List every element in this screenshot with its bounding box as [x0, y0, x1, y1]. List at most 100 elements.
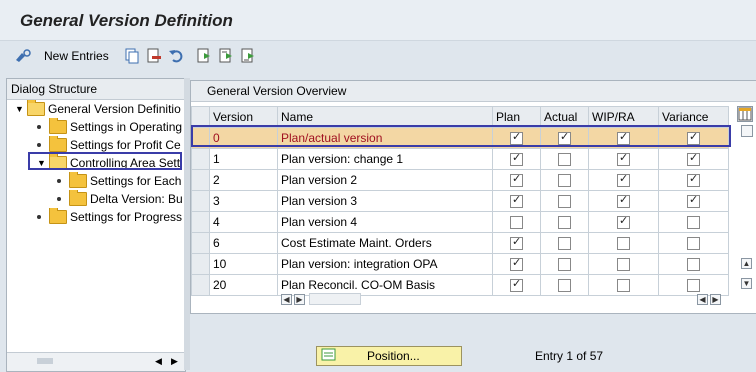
- tree-node-settings-progress[interactable]: Settings for Progress: [37, 208, 182, 226]
- row-selector[interactable]: [191, 190, 210, 212]
- row-selector[interactable]: [191, 211, 210, 233]
- table-row[interactable]: 2 Plan version 2: [191, 169, 729, 191]
- column-header-actual[interactable]: Actual: [540, 106, 589, 128]
- wip-checkbox[interactable]: [617, 258, 630, 272]
- name-cell[interactable]: Cost Estimate Maint. Orders: [277, 232, 493, 254]
- name-cell[interactable]: Plan version: integration OPA: [277, 253, 493, 275]
- wip-checkbox[interactable]: [617, 151, 630, 167]
- scroll-right-icon[interactable]: ▶: [171, 356, 178, 367]
- version-cell[interactable]: 3: [209, 190, 278, 212]
- actual-checkbox[interactable]: [558, 216, 571, 230]
- scroll-track[interactable]: [309, 293, 361, 305]
- display-change-icon[interactable]: [14, 47, 32, 65]
- table-row[interactable]: 1 Plan version: change 1: [191, 148, 729, 170]
- row-selector[interactable]: [191, 169, 210, 191]
- tree-node-settings-operating[interactable]: Settings in Operating: [37, 118, 182, 136]
- scroll-down-icon[interactable]: ▼: [741, 278, 752, 289]
- variance-checkbox[interactable]: [687, 279, 700, 293]
- delete-icon[interactable]: [146, 47, 162, 65]
- name-cell[interactable]: Plan version: change 1: [277, 148, 493, 170]
- deselect-all-icon[interactable]: [240, 47, 256, 65]
- column-header-wip-ra[interactable]: WIP/RA: [588, 106, 659, 128]
- tree-horizontal-scrollbar[interactable]: ◀ ▶: [7, 352, 185, 371]
- row-selector[interactable]: [191, 127, 210, 149]
- plan-checkbox[interactable]: [510, 235, 523, 251]
- version-cell[interactable]: 1: [209, 148, 278, 170]
- actual-checkbox[interactable]: [558, 130, 571, 146]
- scroll-thumb-box[interactable]: [741, 125, 753, 137]
- scroll-right-icon[interactable]: ▶: [294, 293, 305, 305]
- copy-icon[interactable]: [124, 47, 140, 65]
- plan-checkbox[interactable]: [510, 277, 523, 293]
- actual-checkbox[interactable]: [558, 153, 571, 167]
- actual-checkbox[interactable]: [558, 237, 571, 251]
- row-selector[interactable]: [191, 253, 210, 275]
- variance-checkbox[interactable]: [687, 193, 700, 209]
- wip-checkbox[interactable]: [617, 214, 630, 230]
- row-selector[interactable]: [191, 232, 210, 254]
- variance-checkbox[interactable]: [687, 216, 700, 230]
- plan-checkbox[interactable]: [510, 216, 523, 230]
- tree-node-delta-version[interactable]: Delta Version: Bu: [57, 190, 183, 208]
- actual-checkbox[interactable]: [558, 195, 571, 209]
- select-block-icon[interactable]: [218, 47, 234, 65]
- plan-checkbox[interactable]: [510, 151, 523, 167]
- plan-checkbox[interactable]: [510, 193, 523, 209]
- name-cell[interactable]: Plan version 3: [277, 190, 493, 212]
- tree-node-general-version[interactable]: ▼ General Version Definitio: [15, 100, 181, 118]
- column-settings-icon[interactable]: [737, 106, 753, 122]
- new-entries-button[interactable]: New Entries: [44, 47, 109, 65]
- version-cell[interactable]: 4: [209, 211, 278, 233]
- name-cell[interactable]: Plan/actual version: [277, 127, 493, 149]
- plan-checkbox[interactable]: [510, 256, 523, 272]
- table-row[interactable]: 6 Cost Estimate Maint. Orders: [191, 232, 729, 254]
- version-cell[interactable]: 2: [209, 169, 278, 191]
- name-cell[interactable]: Plan version 4: [277, 211, 493, 233]
- wip-checkbox[interactable]: [617, 130, 630, 146]
- expand-arrow-icon[interactable]: ▼: [37, 158, 49, 168]
- wip-checkbox[interactable]: [617, 279, 630, 293]
- plan-checkbox[interactable]: [510, 172, 523, 188]
- tree-node-settings-each[interactable]: Settings for Each: [57, 172, 181, 190]
- column-header-plan[interactable]: Plan: [492, 106, 541, 128]
- table-row[interactable]: 10 Plan version: integration OPA: [191, 253, 729, 275]
- name-cell[interactable]: Plan version 2: [277, 169, 493, 191]
- wip-checkbox[interactable]: [617, 237, 630, 251]
- scroll-right-icon[interactable]: ▶: [710, 293, 721, 305]
- columns-horizontal-scrollbar[interactable]: ◀ ▶: [697, 292, 721, 306]
- scroll-up-icon[interactable]: ▲: [741, 258, 752, 269]
- column-header-version[interactable]: Version: [209, 106, 278, 128]
- select-all-header[interactable]: [191, 106, 210, 128]
- wip-checkbox[interactable]: [617, 172, 630, 188]
- undo-icon[interactable]: [168, 47, 184, 65]
- version-cell[interactable]: 6: [209, 232, 278, 254]
- name-horizontal-scrollbar[interactable]: ◀ ▶: [281, 292, 361, 306]
- version-cell[interactable]: 20: [209, 274, 278, 296]
- scroll-left-icon[interactable]: ◀: [155, 356, 162, 367]
- scroll-left-icon[interactable]: ◀: [697, 293, 708, 305]
- tree-node-controlling-area[interactable]: ▼ Controlling Area Sett: [37, 154, 180, 172]
- version-cell[interactable]: 10: [209, 253, 278, 275]
- table-row[interactable]: 4 Plan version 4: [191, 211, 729, 233]
- table-vertical-scrollbar[interactable]: ▲ ▼: [739, 123, 753, 303]
- table-row[interactable]: 20 Plan Reconcil. CO-OM Basis: [191, 274, 729, 296]
- version-cell[interactable]: 0: [209, 127, 278, 149]
- variance-checkbox[interactable]: [687, 258, 700, 272]
- table-row[interactable]: 3 Plan version 3: [191, 190, 729, 212]
- actual-checkbox[interactable]: [558, 279, 571, 293]
- variance-checkbox[interactable]: [687, 172, 700, 188]
- actual-checkbox[interactable]: [558, 258, 571, 272]
- select-all-icon[interactable]: [196, 47, 212, 65]
- column-header-variance[interactable]: Variance: [658, 106, 729, 128]
- variance-checkbox[interactable]: [687, 237, 700, 251]
- plan-checkbox[interactable]: [510, 130, 523, 146]
- row-selector[interactable]: [191, 148, 210, 170]
- row-selector[interactable]: [191, 274, 210, 296]
- scroll-left-icon[interactable]: ◀: [281, 293, 292, 305]
- expand-arrow-icon[interactable]: ▼: [15, 104, 27, 114]
- position-button[interactable]: Position...: [316, 346, 462, 366]
- variance-checkbox[interactable]: [687, 151, 700, 167]
- actual-checkbox[interactable]: [558, 174, 571, 188]
- wip-checkbox[interactable]: [617, 193, 630, 209]
- table-row[interactable]: 0 Plan/actual version: [191, 127, 729, 149]
